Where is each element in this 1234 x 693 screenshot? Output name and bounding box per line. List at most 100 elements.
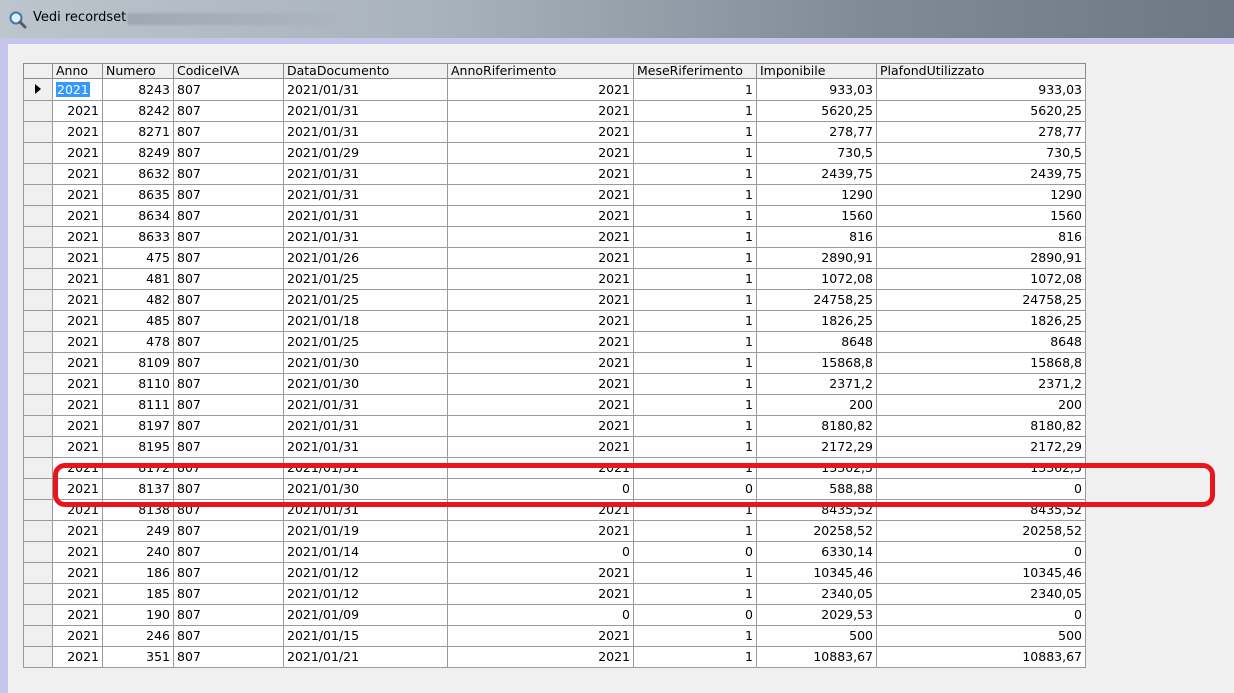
cell-plafondutilizzato[interactable]: 0 xyxy=(876,478,1086,500)
cell-annoriferimento[interactable]: 2021 xyxy=(447,352,634,374)
row-selector[interactable] xyxy=(23,520,53,542)
cell-imponibile[interactable]: 933,03 xyxy=(756,78,877,101)
cell-numero[interactable]: 249 xyxy=(102,520,174,542)
cell-datadocumento[interactable]: 2021/01/31 xyxy=(283,121,448,143)
table-row[interactable]: 2021 8109 807 2021/01/30 2021 1 15868,8 15868,8 xyxy=(23,352,1086,374)
cell-annoriferimento[interactable]: 2021 xyxy=(447,100,634,122)
row-selector-header[interactable] xyxy=(23,63,53,79)
cell-imponibile[interactable]: 10345,46 xyxy=(756,562,877,584)
cell-meseriferimento[interactable]: 1 xyxy=(633,100,757,122)
cell-plafondutilizzato[interactable]: 5620,25 xyxy=(876,100,1086,122)
cell-numero[interactable]: 8633 xyxy=(102,226,174,248)
cell-plafondutilizzato[interactable]: 10345,46 xyxy=(876,562,1086,584)
row-selector[interactable] xyxy=(23,499,53,521)
cell-numero[interactable]: 8249 xyxy=(102,142,174,164)
cell-codiceiva[interactable]: 807 xyxy=(173,394,284,416)
table-row[interactable]: 2021 485 807 2021/01/18 2021 1 1826,25 1826,25 xyxy=(23,310,1086,332)
cell-meseriferimento[interactable]: 1 xyxy=(633,562,757,584)
table-row[interactable]: 2021 481 807 2021/01/25 2021 1 1072,08 1072,08 xyxy=(23,268,1086,290)
table-row[interactable]: 2021 8634 807 2021/01/31 2021 1 1560 1560 xyxy=(23,205,1086,227)
cell-meseriferimento[interactable]: 1 xyxy=(633,436,757,458)
cell-anno[interactable]: 2021 xyxy=(52,78,103,101)
cell-anno[interactable]: 2021 xyxy=(52,100,103,122)
row-selector[interactable] xyxy=(23,478,53,500)
table-row[interactable]: 2021 190 807 2021/01/09 0 0 2029,53 0 xyxy=(23,604,1086,626)
cell-meseriferimento[interactable]: 1 xyxy=(633,78,757,101)
cell-plafondutilizzato[interactable]: 8648 xyxy=(876,331,1086,353)
cell-anno[interactable]: 2021 xyxy=(52,163,103,185)
cell-anno[interactable]: 2021 xyxy=(52,478,103,500)
cell-anno[interactable]: 2021 xyxy=(52,121,103,143)
table-row[interactable]: 2021 185 807 2021/01/12 2021 1 2340,05 2340,05 xyxy=(23,583,1086,605)
cell-annoriferimento[interactable]: 2021 xyxy=(447,205,634,227)
cell-meseriferimento[interactable]: 1 xyxy=(633,415,757,437)
cell-meseriferimento[interactable]: 1 xyxy=(633,352,757,374)
cell-datadocumento[interactable]: 2021/01/31 xyxy=(283,100,448,122)
cell-numero[interactable]: 8195 xyxy=(102,436,174,458)
cell-annoriferimento[interactable]: 0 xyxy=(447,604,634,626)
cell-anno[interactable]: 2021 xyxy=(52,289,103,311)
cell-plafondutilizzato[interactable]: 0 xyxy=(876,604,1086,626)
cell-codiceiva[interactable]: 807 xyxy=(173,226,284,248)
cell-annoriferimento[interactable]: 2021 xyxy=(447,646,634,668)
cell-anno[interactable]: 2021 xyxy=(52,247,103,269)
cell-annoriferimento[interactable]: 2021 xyxy=(447,499,634,521)
cell-meseriferimento[interactable]: 1 xyxy=(633,499,757,521)
cell-meseriferimento[interactable]: 1 xyxy=(633,583,757,605)
cell-numero[interactable]: 475 xyxy=(102,247,174,269)
table-row[interactable]: 2021 8633 807 2021/01/31 2021 1 816 816 xyxy=(23,226,1086,248)
cell-anno[interactable]: 2021 xyxy=(52,142,103,164)
table-row[interactable]: 2021 240 807 2021/01/14 0 0 6330,14 0 xyxy=(23,541,1086,563)
cell-plafondutilizzato[interactable]: 1826,25 xyxy=(876,310,1086,332)
cell-imponibile[interactable]: 2340,05 xyxy=(756,583,877,605)
cell-meseriferimento[interactable]: 1 xyxy=(633,646,757,668)
cell-meseriferimento[interactable]: 1 xyxy=(633,226,757,248)
cell-imponibile[interactable]: 8648 xyxy=(756,331,877,353)
cell-numero[interactable]: 185 xyxy=(102,583,174,605)
table-row[interactable]: 2021 8110 807 2021/01/30 2021 1 2371,2 2371,2 xyxy=(23,373,1086,395)
cell-numero[interactable]: 190 xyxy=(102,604,174,626)
cell-meseriferimento[interactable]: 1 xyxy=(633,247,757,269)
cell-codiceiva[interactable]: 807 xyxy=(173,604,284,626)
cell-imponibile[interactable]: 1072,08 xyxy=(756,268,877,290)
table-row[interactable]: 2021 475 807 2021/01/26 2021 1 2890,91 2890,91 xyxy=(23,247,1086,269)
table-row[interactable]: 2021 246 807 2021/01/15 2021 1 500 500 xyxy=(23,625,1086,647)
cell-plafondutilizzato[interactable]: 2890,91 xyxy=(876,247,1086,269)
row-selector[interactable] xyxy=(23,331,53,353)
cell-numero[interactable]: 8197 xyxy=(102,415,174,437)
cell-annoriferimento[interactable]: 2021 xyxy=(447,562,634,584)
cell-datadocumento[interactable]: 2021/01/31 xyxy=(283,78,448,101)
table-row[interactable]: 2021 8635 807 2021/01/31 2021 1 1290 1290 xyxy=(23,184,1086,206)
cell-annoriferimento[interactable]: 2021 xyxy=(447,520,634,542)
cell-plafondutilizzato[interactable]: 2439,75 xyxy=(876,163,1086,185)
cell-datadocumento[interactable]: 2021/01/30 xyxy=(283,352,448,374)
table-row[interactable]: 2021 8242 807 2021/01/31 2021 1 5620,25 5620,25 xyxy=(23,100,1086,122)
cell-anno[interactable]: 2021 xyxy=(52,499,103,521)
recordset-grid[interactable]: Anno Numero CodiceIVA DataDocumento AnnoRife… xyxy=(23,63,1086,668)
cell-annoriferimento[interactable]: 2021 xyxy=(447,373,634,395)
cell-anno[interactable]: 2021 xyxy=(52,373,103,395)
cell-numero[interactable]: 8271 xyxy=(102,121,174,143)
cell-imponibile[interactable]: 15868,8 xyxy=(756,352,877,374)
cell-imponibile[interactable]: 8435,52 xyxy=(756,499,877,521)
cell-datadocumento[interactable]: 2021/01/09 xyxy=(283,604,448,626)
cell-datadocumento[interactable]: 2021/01/12 xyxy=(283,562,448,584)
table-row[interactable]: 2021 249 807 2021/01/19 2021 1 20258,52 20258,5… xyxy=(23,520,1086,542)
window-titlebar[interactable]: Vedi recordset xyxy=(0,0,1234,38)
cell-anno[interactable]: 2021 xyxy=(52,583,103,605)
cell-imponibile[interactable]: 1560 xyxy=(756,205,877,227)
cell-imponibile[interactable]: 816 xyxy=(756,226,877,248)
row-selector[interactable] xyxy=(23,100,53,122)
cell-imponibile[interactable]: 1826,25 xyxy=(756,310,877,332)
cell-numero[interactable]: 8242 xyxy=(102,100,174,122)
cell-datadocumento[interactable]: 2021/01/14 xyxy=(283,541,448,563)
cell-numero[interactable]: 246 xyxy=(102,625,174,647)
cell-imponibile[interactable]: 730,5 xyxy=(756,142,877,164)
cell-meseriferimento[interactable]: 1 xyxy=(633,373,757,395)
table-row[interactable]: 2021 186 807 2021/01/12 2021 1 10345,46 10345,4… xyxy=(23,562,1086,584)
cell-imponibile[interactable]: 278,77 xyxy=(756,121,877,143)
cell-annoriferimento[interactable]: 2021 xyxy=(447,583,634,605)
cell-numero[interactable]: 8635 xyxy=(102,184,174,206)
cell-anno[interactable]: 2021 xyxy=(52,184,103,206)
cell-annoriferimento[interactable]: 2021 xyxy=(447,394,634,416)
